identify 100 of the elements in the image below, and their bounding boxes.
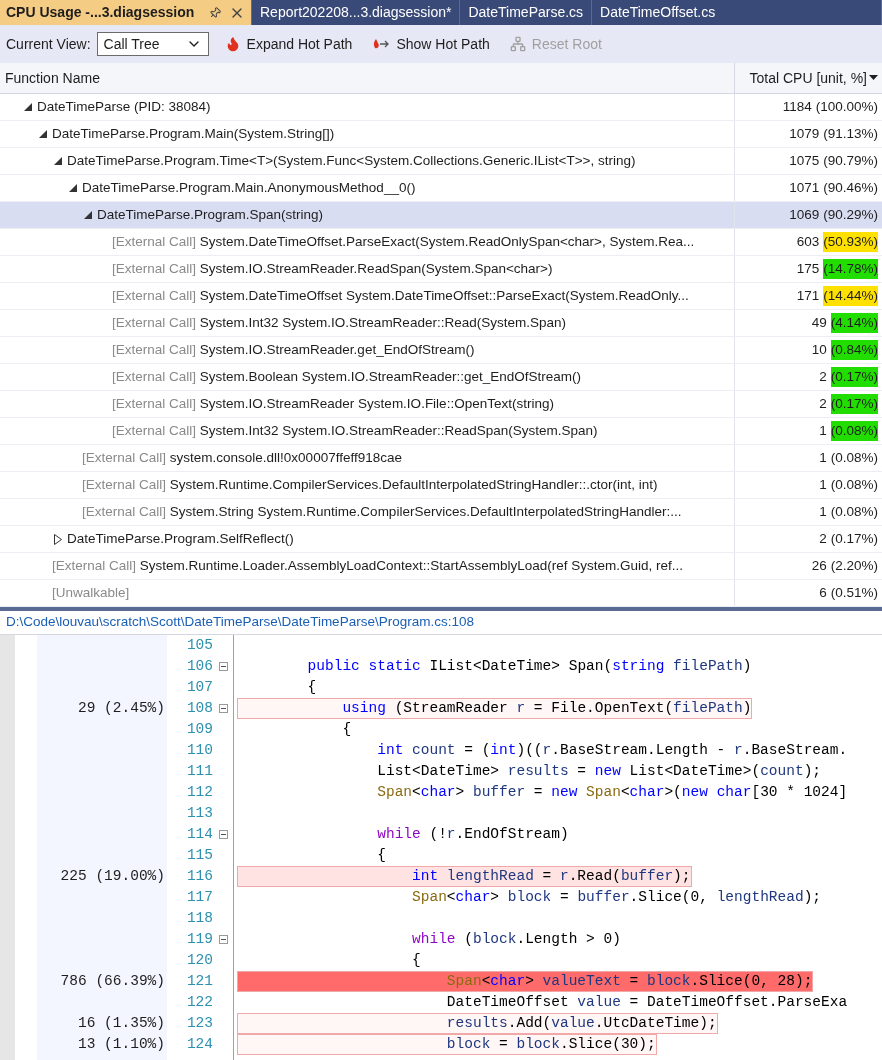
expanded-triangle-icon[interactable] — [38, 130, 47, 138]
view-dropdown[interactable]: Call Tree — [96, 32, 209, 56]
hit-count: 16 (1.35%) — [78, 1013, 165, 1033]
line-number: 120 — [186, 950, 213, 970]
line-number: 122 — [186, 992, 213, 1012]
tree-row[interactable]: [External Call] System.IO.StreamReader.get_EndOfStream() 10 (0.84%) — [0, 337, 882, 364]
toolbar-button[interactable]: Expand Hot Path — [220, 31, 357, 57]
code-line: { — [341, 720, 353, 739]
collapsed-triangle-icon[interactable] — [53, 533, 62, 545]
tree-row[interactable]: DateTimeParse.Program.Main(System.String[]) 1079 (91.13%) — [0, 121, 882, 148]
tree-row[interactable]: [External Call] System.Runtime.CompilerServices.DefaultInterpolatedStringHandler::.ctor(int, int) 1 (0.08%) — [0, 472, 882, 499]
tree-row[interactable]: DateTimeParse.Program.Span(string) 1069 (90.29%) — [0, 202, 882, 229]
cpu-percent: (0.17%) — [830, 366, 878, 388]
cpu-count: 171 — [796, 286, 820, 305]
cpu-count: 1071 — [789, 178, 820, 197]
expanded-triangle-icon[interactable] — [68, 184, 77, 192]
cpu-percent: (0.84%) — [830, 339, 878, 361]
hierarchy-icon — [509, 36, 526, 52]
cpu-count: 2 — [819, 529, 827, 548]
function-name: [External Call] System.String System.Runtime.CompilerServices.DefaultInterpolatedStringHandler:... — [82, 502, 682, 521]
line-number: 114 — [186, 824, 213, 844]
line-number: 116 — [186, 866, 213, 886]
cpu-percent: (0.08%) — [830, 420, 878, 442]
function-name: DateTimeParse.Program.Span(string) — [97, 205, 324, 224]
cpu-count: 1069 — [789, 205, 820, 224]
expanded-triangle-icon[interactable] — [83, 211, 92, 219]
collapse-icon[interactable] — [218, 830, 228, 839]
line-number: 115 — [186, 845, 213, 865]
column-header[interactable]: Total CPU [unit, %] — [735, 63, 882, 93]
tree-row[interactable]: [External Call] System.IO.StreamReader System.IO.File::OpenText(string) 2 (0.17%) — [0, 391, 882, 418]
line-number: 111 — [186, 761, 213, 781]
line-number: 119 — [186, 929, 213, 949]
line-number: 106 — [186, 656, 213, 676]
tree-row[interactable]: [External Call] System.Int32 System.IO.StreamReader::ReadSpan(System.Span) 1 (0.08%) — [0, 418, 882, 445]
hit-count: 13 (1.10%) — [78, 1034, 165, 1054]
tree-row[interactable]: [External Call] System.String System.Runtime.CompilerServices.DefaultInterpolatedStringHandler:... 1 (0.08%) — [0, 499, 882, 526]
cpu-count: 603 — [796, 232, 820, 251]
cpu-percent: (0.17%) — [830, 393, 878, 415]
function-name: [External Call] System.Boolean System.IO.StreamReader::get_EndOfStream() — [112, 367, 581, 386]
function-name: [Unwalkable] — [52, 583, 130, 602]
collapse-icon[interactable] — [218, 704, 228, 713]
tree-row[interactable]: [External Call] system.console.dll!0x00007ffeff918cae 1 (0.08%) — [0, 445, 882, 472]
tree-row[interactable]: DateTimeParse.Program.SelfReflect() 2 (0.17%) — [0, 526, 882, 553]
function-name: DateTimeParse (PID: 38084) — [37, 97, 211, 116]
line-number: 109 — [186, 719, 213, 739]
cpu-count: 1 — [819, 502, 827, 521]
cpu-count: 1079 — [789, 124, 820, 143]
cpu-percent: (4.14%) — [830, 312, 878, 334]
column-header[interactable]: Function Name — [0, 63, 735, 93]
cpu-percent: (91.13%) — [823, 124, 878, 143]
cpu-count: 1 — [819, 421, 827, 440]
function-name: DateTimeParse.Program.Main.AnonymousMethod__0() — [82, 178, 416, 197]
cpu-percent: (0.08%) — [830, 475, 878, 494]
tree-row[interactable]: [External Call] System.Runtime.Loader.AssemblyLoadContext::StartAssemblyLoad(ref System.Guid, ref... 26 (2.20%) — [0, 553, 882, 580]
code-line: DateTimeOffset value = DateTimeOffset.ParseExa — [445, 993, 849, 1012]
tree-row[interactable]: [External Call] System.DateTimeOffset.ParseExact(System.ReadOnlySpan<char>, System.Rea... 603 (50.93%) — [0, 229, 882, 256]
cpu-percent: (90.29%) — [823, 205, 878, 224]
tree-row[interactable]: [External Call] System.Boolean System.IO.StreamReader::get_EndOfStream() 2 (0.17%) — [0, 364, 882, 391]
function-name: [External Call] System.DateTimeOffset.ParseExact(System.ReadOnlySpan<char>, System.Rea... — [112, 232, 695, 251]
collapse-icon[interactable] — [218, 935, 228, 944]
view-label: Current View: — [6, 34, 91, 54]
tree-row[interactable]: DateTimeParse.Program.Main.AnonymousMethod__0() 1071 (90.46%) — [0, 175, 882, 202]
code-line: Span<char> buffer = new Span<char>(new char[30 * 1024] — [376, 783, 849, 802]
tree-row[interactable]: DateTimeParse.Program.Time<T>(System.Func<System.Collections.Generic.IList<T>>, string) 1075 (90.79%) — [0, 148, 882, 175]
tree-row[interactable]: [External Call] System.DateTimeOffset System.DateTimeOffset::ParseExact(System.ReadOnly... 171 (14.44%) — [0, 283, 882, 310]
cpu-count: 1184 — [782, 97, 812, 116]
cpu-percent: (14.78%) — [823, 258, 878, 280]
cpu-count: 1 — [819, 475, 827, 494]
cpu-count: 49 — [811, 313, 827, 332]
function-name: [External Call] System.IO.StreamReader System.IO.File::OpenText(string) — [112, 394, 554, 413]
line-number: 112 — [186, 782, 213, 802]
cpu-count: 2 — [819, 394, 827, 413]
tree-row[interactable]: [External Call] System.Int32 System.IO.StreamReader::Read(System.Span) 49 (4.14%) — [0, 310, 882, 337]
cpu-percent: (0.17%) — [830, 529, 878, 548]
collapse-icon[interactable] — [218, 662, 228, 671]
tree-row[interactable]: [Unwalkable] 6 (0.51%) — [0, 580, 882, 607]
function-name: [External Call] System.Runtime.Loader.AssemblyLoadContext::StartAssemblyLoad(ref System.Guid, ref... — [52, 556, 684, 575]
cpu-count: 26 — [811, 556, 827, 575]
code-line: { — [306, 678, 318, 697]
line-number: 110 — [186, 740, 213, 760]
code-line: { — [411, 951, 422, 970]
function-name: DateTimeParse.Program.Main(System.String[]) — [52, 124, 335, 143]
cpu-percent: (50.93%) — [823, 231, 878, 253]
cpu-percent: (0.08%) — [830, 502, 878, 521]
function-name: [External Call] System.IO.StreamReader.get_EndOfStream() — [112, 340, 475, 359]
function-name: DateTimeParse.Program.Time<T>(System.Func<System.Collections.Generic.IList<T>>, string) — [67, 151, 636, 170]
tree-row[interactable]: [External Call] System.IO.StreamReader.ReadSpan(System.Span<char>) 175 (14.78%) — [0, 256, 882, 283]
expanded-triangle-icon[interactable] — [23, 103, 32, 111]
code-line: List<DateTime> results = new List<DateTime>(count); — [376, 762, 823, 781]
toolbar-button[interactable]: Show Hot Path — [368, 31, 494, 57]
function-name: [External Call] System.Runtime.CompilerServices.DefaultInterpolatedStringHandler::.ctor(int, int) — [82, 475, 658, 494]
cpu-percent: (100.00%) — [815, 97, 878, 116]
code-line: while (block.Length > 0) — [411, 930, 622, 949]
expanded-triangle-icon[interactable] — [53, 157, 62, 165]
cpu-count: 1 — [819, 448, 827, 467]
sort-caret-icon — [869, 75, 878, 81]
document-tab[interactable]: CPU Usage -...3.diagsession — [0, 0, 252, 25]
cpu-percent: (90.79%) — [823, 151, 878, 170]
tree-row[interactable]: DateTimeParse (PID: 38084) 1184 (100.00%) — [0, 94, 882, 121]
hit-count: 786 (66.39%) — [60, 971, 165, 991]
